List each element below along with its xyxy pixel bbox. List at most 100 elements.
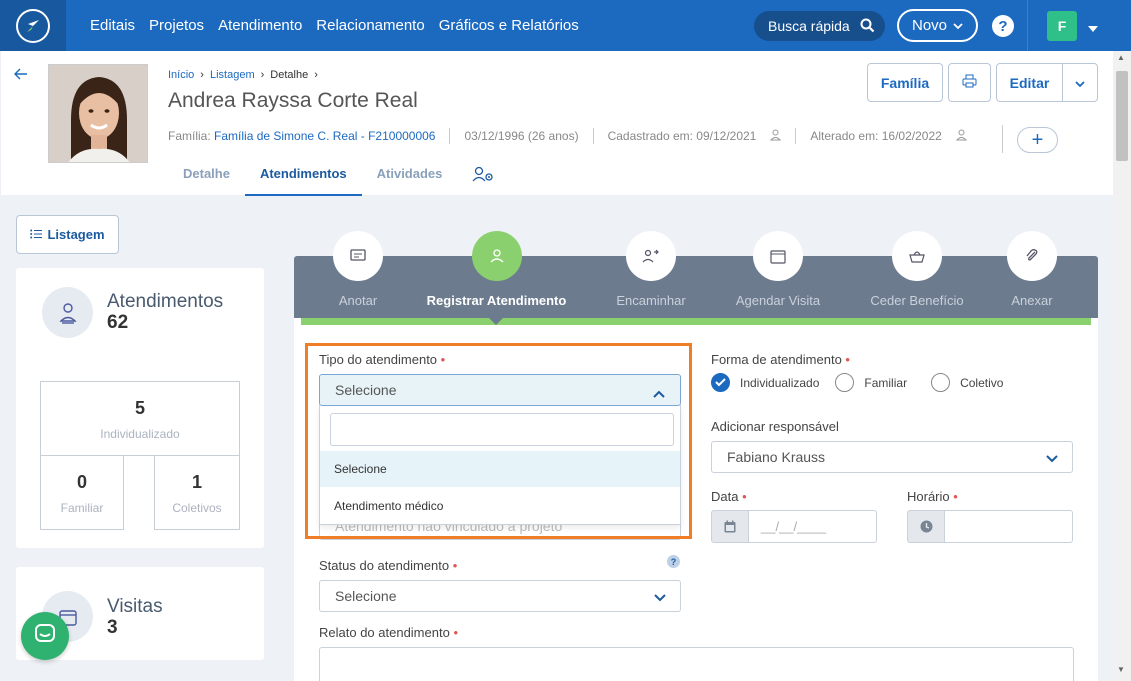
quick-search-button[interactable]: Busca rápida — [754, 11, 885, 41]
birth-date: 03/12/1996 (26 anos) — [464, 129, 579, 143]
chevron-down-icon — [654, 589, 666, 605]
responsavel-label: Adicionar responsável — [711, 419, 839, 434]
calendar-icon — [753, 231, 803, 281]
person-meta: Família: Família de Simone C. Real - F21… — [168, 128, 967, 144]
active-action-pointer — [489, 318, 503, 325]
scroll-up-icon[interactable]: ▲ — [1117, 53, 1125, 62]
back-arrow-icon[interactable] — [14, 64, 28, 85]
action-label: Anexar — [1011, 293, 1053, 308]
tab-atendimentos[interactable]: Atendimentos — [244, 158, 362, 196]
calendar-icon — [711, 510, 749, 543]
user-menu-caret-icon[interactable] — [1087, 20, 1099, 38]
nav-projetos[interactable]: Projetos — [149, 17, 204, 34]
action-registrar-atendimento[interactable]: Registrar Atendimento — [424, 231, 569, 308]
novo-label: Novo — [911, 17, 948, 34]
familiar-count: 0 — [76, 472, 87, 492]
scroll-thumb[interactable] — [1116, 71, 1128, 161]
nav-relacionamento[interactable]: Relacionamento — [316, 17, 424, 34]
action-ceder-beneficio[interactable]: Ceder Benefício — [866, 231, 968, 308]
status-select-value: Selecione — [335, 588, 397, 604]
user-avatar[interactable]: F — [1047, 11, 1077, 41]
chat-icon — [34, 623, 56, 650]
header-divider — [1002, 125, 1003, 153]
familia-button[interactable]: Família — [867, 63, 943, 102]
nav-atendimento[interactable]: Atendimento — [218, 17, 302, 34]
action-label: Registrar Atendimento — [426, 293, 567, 308]
breadcrumb-separator-icon: › — [260, 69, 265, 81]
editar-dropdown-button[interactable] — [1062, 63, 1098, 102]
list-icon — [30, 227, 43, 242]
horario-input[interactable] — [945, 510, 1073, 543]
familiar-label: Familiar — [60, 501, 104, 515]
responsavel-select[interactable]: Fabiano Krauss — [711, 441, 1073, 473]
relato-textarea[interactable] — [319, 647, 1074, 681]
family-prefix: Família: — [168, 129, 211, 143]
individualizado-label: Individualizado — [100, 427, 180, 441]
nav-divider — [1027, 0, 1028, 51]
nav-editais[interactable]: Editais — [90, 17, 135, 34]
breadcrumb-listagem[interactable]: Listagem — [210, 69, 255, 81]
meta-divider — [449, 128, 451, 144]
scroll-down-icon[interactable]: ▼ — [1117, 665, 1125, 674]
main-menu: Editais Projetos Atendimento Relacioname… — [90, 0, 579, 51]
active-action-line — [301, 318, 1091, 325]
action-label: Agendar Visita — [735, 293, 821, 308]
help-icon[interactable]: ? — [667, 555, 680, 568]
status-select[interactable]: Selecione — [319, 580, 681, 612]
action-anotar[interactable]: Anotar — [322, 231, 394, 308]
radio-individualizado[interactable] — [711, 373, 730, 392]
individualizado-box[interactable]: 5 Individualizado — [40, 381, 240, 456]
person-icon[interactable] — [770, 129, 782, 144]
person-photo — [48, 64, 148, 163]
person-icon[interactable] — [955, 129, 967, 144]
breadcrumb-inicio[interactable]: Início — [168, 69, 194, 81]
radio-familiar-label: Familiar — [864, 375, 908, 390]
clock-icon — [907, 510, 945, 543]
action-label: Anotar — [338, 293, 378, 308]
breadcrumb-current: Detalhe — [270, 69, 309, 81]
coletivos-label: Coletivos — [172, 501, 222, 515]
radio-familiar[interactable] — [835, 373, 855, 392]
forward-icon — [626, 231, 676, 281]
coletivos-box[interactable]: 1 Coletivos — [154, 455, 240, 530]
highlight-frame — [305, 343, 692, 539]
family-link[interactable]: Família de Simone C. Real - F210000006 — [214, 129, 435, 143]
action-label: Encaminhar — [616, 293, 686, 308]
add-button[interactable]: + — [1017, 127, 1058, 153]
action-agendar-visita[interactable]: Agendar Visita — [728, 231, 828, 308]
listagem-button[interactable]: Listagem — [16, 215, 119, 254]
atendimento-icon — [42, 287, 93, 338]
horario-label: Horário • — [907, 489, 958, 504]
relato-label: Relato do atendimento • — [319, 625, 458, 640]
note-icon — [333, 231, 383, 281]
data-input[interactable]: __/__/____ — [749, 510, 877, 543]
user-settings-icon — [472, 166, 494, 185]
tab-detalhe[interactable]: Detalhe — [168, 158, 245, 196]
tab-atividades[interactable]: Atividades — [362, 158, 458, 196]
atendimento-icon — [471, 231, 522, 281]
page-scrollbar[interactable]: ▲ ▼ — [1113, 51, 1131, 681]
action-encaminhar[interactable]: Encaminhar — [610, 231, 692, 308]
action-anexar[interactable]: Anexar — [1004, 231, 1060, 308]
updated-date: Alterado em: 16/02/2022 — [810, 129, 942, 143]
chat-widget-button[interactable] — [21, 612, 69, 660]
familiar-box[interactable]: 0 Familiar — [40, 455, 124, 530]
nav-graficos-relatorios[interactable]: Gráficos e Relatórios — [439, 17, 579, 34]
chevron-down-icon — [953, 17, 963, 34]
editar-button[interactable]: Editar — [996, 63, 1063, 102]
app-logo[interactable] — [0, 0, 66, 51]
print-button[interactable] — [948, 63, 991, 102]
person-tabs: Detalhe Atendimentos Atividades — [168, 158, 509, 196]
help-icon[interactable]: ? — [992, 15, 1014, 37]
individualizado-count: 5 — [134, 398, 145, 418]
radio-individualizado-label: Individualizado — [740, 375, 820, 390]
data-label: Data • — [711, 489, 747, 504]
radio-coletivo[interactable] — [931, 373, 951, 392]
breadcrumb-separator-icon: › — [314, 69, 318, 81]
search-icon — [860, 18, 875, 36]
registered-date: Cadastrado em: 09/12/2021 — [607, 129, 757, 143]
novo-button[interactable]: Novo — [897, 9, 978, 42]
printer-icon — [962, 74, 977, 91]
breadcrumb: Início › Listagem › Detalhe › — [168, 69, 318, 81]
tab-user-settings[interactable] — [457, 158, 509, 196]
